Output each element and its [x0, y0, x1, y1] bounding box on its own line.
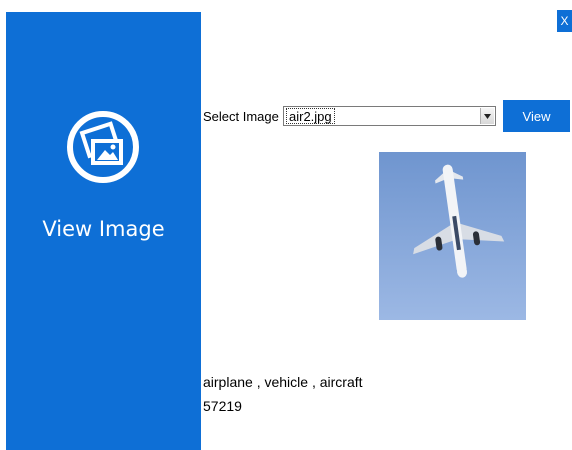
close-button[interactable]: X	[557, 10, 572, 32]
app-title: View Image	[42, 217, 165, 241]
image-gallery-icon	[67, 111, 139, 183]
result-tags: airplane , vehicle , aircraft	[203, 374, 363, 390]
dropdown-arrow-icon[interactable]	[480, 108, 494, 124]
image-select-dropdown[interactable]: air2.jpg	[283, 106, 496, 126]
result-number: 57219	[203, 398, 242, 414]
sidebar-panel: View Image	[6, 12, 201, 450]
select-image-label: Select Image	[203, 109, 279, 124]
selected-file-value: air2.jpg	[286, 108, 335, 124]
airplane-photo	[379, 152, 526, 320]
view-button[interactable]: View	[503, 100, 570, 132]
